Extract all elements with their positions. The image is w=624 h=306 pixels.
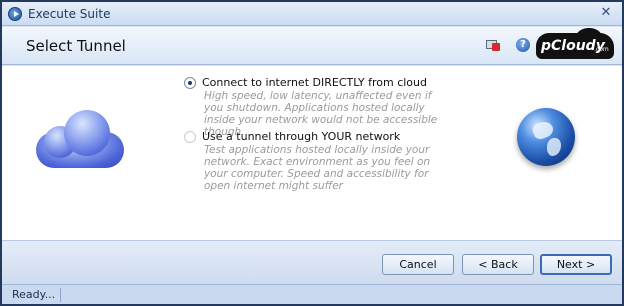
status-bar: Ready...	[2, 284, 622, 304]
execute-icon	[8, 7, 22, 21]
logo-suffix: .com	[594, 46, 609, 53]
next-button[interactable]: Next >	[540, 254, 612, 275]
window-title: Execute Suite	[28, 7, 111, 21]
cloud-icon	[36, 110, 126, 170]
radio-tunnel[interactable]	[184, 131, 196, 143]
radio-direct[interactable]	[184, 77, 196, 89]
execute-suite-window: Execute Suite ✕ Select Tunnel ? pCloudy …	[0, 0, 624, 306]
option-tunnel-label[interactable]: Use a tunnel through YOUR network	[202, 130, 400, 143]
help-icon[interactable]: ?	[516, 38, 530, 52]
close-button[interactable]: ✕	[598, 5, 614, 21]
option-direct-label[interactable]: Connect to internet DIRECTLY from cloud	[202, 76, 427, 89]
button-bar: Cancel < Back Next >	[2, 240, 622, 284]
status-divider	[60, 288, 61, 302]
content-panel: Connect to internet DIRECTLY from cloud …	[2, 66, 622, 240]
title-bar: Execute Suite ✕	[2, 2, 622, 26]
cancel-button[interactable]: Cancel	[382, 254, 454, 275]
network-icon[interactable]	[486, 38, 500, 52]
back-button[interactable]: < Back	[462, 254, 534, 275]
globe-icon	[517, 108, 575, 166]
header: Select Tunnel ? pCloudy .com	[2, 27, 622, 65]
option-tunnel-description: Test applications hosted locally inside …	[204, 144, 431, 192]
pcloudy-logo: pCloudy .com	[536, 28, 614, 59]
page-title: Select Tunnel	[26, 37, 126, 55]
status-text: Ready...	[12, 288, 56, 301]
